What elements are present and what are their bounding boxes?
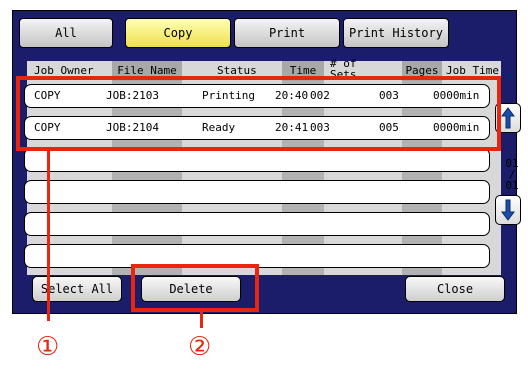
tab-all[interactable]: All [19,18,113,48]
callout-line-2 [200,312,203,328]
tab-print[interactable]: Print [234,18,340,48]
job-status-panel: All Copy Print Print History Job Owner F… [12,10,521,314]
table-row-empty[interactable] [24,180,490,204]
arrow-up-icon [501,107,515,129]
table-row-empty[interactable] [24,148,490,172]
close-button[interactable]: Close [405,276,505,302]
callout-highlight-delete [131,264,259,312]
table-row-empty[interactable] [24,212,490,236]
callout-number-2: ② [188,332,212,362]
tab-copy[interactable]: Copy [125,18,231,48]
callout-highlight-job-rows [16,76,501,151]
arrow-down-icon [501,199,515,221]
callout-line-1 [47,151,50,321]
scroll-down-button[interactable] [495,195,521,225]
page-total: 01 [505,179,519,192]
page-indicator: 01 / 01 [501,158,523,191]
callout-number-1: ① [36,332,60,362]
select-all-button[interactable]: Select All [32,276,122,302]
tab-print-history[interactable]: Print History [343,18,449,48]
header-num-sets: # of Sets [330,58,357,78]
